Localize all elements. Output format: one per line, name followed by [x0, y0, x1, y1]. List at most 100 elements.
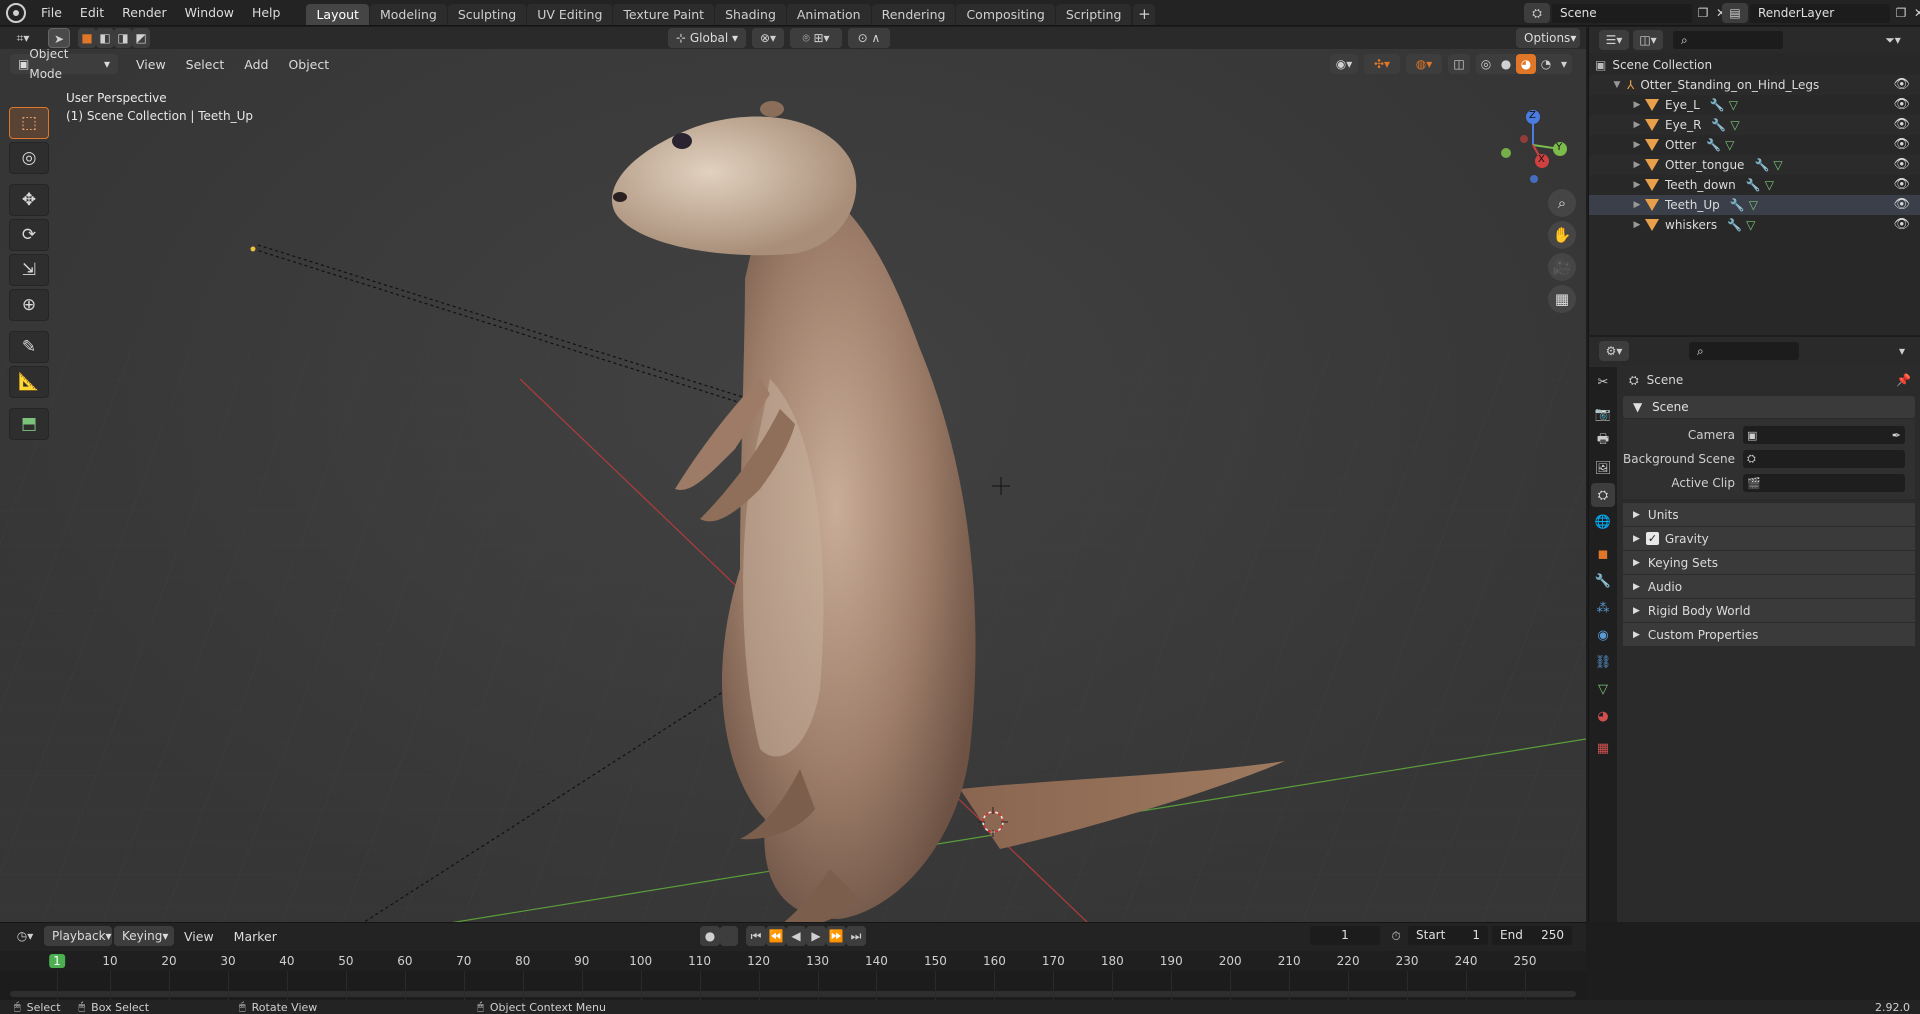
outliner-row-scene-collection[interactable]: ▣ Scene Collection	[1589, 55, 1920, 75]
menu-help[interactable]: Help	[243, 0, 290, 26]
properties-search-input[interactable]: ⌕	[1689, 342, 1799, 360]
visibility-filter-icon[interactable]: ◉▾	[1330, 54, 1358, 74]
tool-tab-icon[interactable]: ✂	[1591, 370, 1615, 394]
outliner-row-otter[interactable]: ▶ Otter 🔧 ▽ 👁	[1589, 135, 1920, 155]
record-icon[interactable]: ●	[700, 926, 720, 946]
units-panel-header[interactable]: ▶ Units	[1623, 503, 1915, 527]
particles-tab-icon[interactable]: ⁂	[1591, 596, 1615, 620]
light-object[interactable]	[250, 246, 256, 252]
blender-logo-icon[interactable]	[6, 2, 26, 23]
outliner-row-otter-tongue[interactable]: ▶ Otter_tongue 🔧 ▽ 👁	[1589, 155, 1920, 175]
3d-viewport[interactable]: ▣ Object Mode ▾ View Select Add Object ◉…	[0, 49, 1586, 922]
eyedropper-icon[interactable]: ✒	[1892, 429, 1901, 442]
outliner-row-collection[interactable]: ▼ ⅄ Otter_Standing_on_Hind_Legs 👁	[1589, 75, 1920, 95]
timeline-frame-ruler[interactable]: 1 10 20 30 40 50 60 70 80 90 100 110 120 130 140 150 160…	[0, 951, 1586, 971]
select-intersect-icon[interactable]: ◩	[132, 28, 150, 48]
scale-tool[interactable]: ⇲	[9, 254, 49, 286]
select-extend-icon[interactable]: ◧	[96, 28, 114, 48]
timeline-editor-type-icon[interactable]: ◷▾	[10, 926, 40, 946]
view-layer-icon[interactable]: ▤	[1722, 3, 1748, 23]
play-reverse-icon[interactable]: ◀	[786, 926, 806, 946]
expand-arrow-icon[interactable]: ▶	[1631, 135, 1643, 155]
viewport-menu-select[interactable]: Select	[176, 57, 235, 72]
jump-end-icon[interactable]: ⏭	[846, 926, 866, 946]
visibility-eye-icon[interactable]: 👁	[1893, 215, 1910, 235]
solid-shading-icon[interactable]: ●	[1496, 54, 1516, 74]
workspace-tab-uv-editing[interactable]: UV Editing	[527, 3, 613, 25]
expand-arrow-icon[interactable]: ▶	[1631, 95, 1643, 115]
transform-tool[interactable]: ⊕	[9, 289, 49, 321]
background-scene-field[interactable]: ⛭	[1743, 450, 1905, 468]
object-tab-icon[interactable]: ◼	[1591, 542, 1615, 566]
workspace-tab-compositing[interactable]: Compositing	[956, 3, 1055, 25]
viewport-menu-add[interactable]: Add	[234, 57, 278, 72]
scene-icon[interactable]: ⛭	[1524, 3, 1550, 23]
physics-tab-icon[interactable]: ◉	[1591, 623, 1615, 647]
gravity-panel-header[interactable]: ▶ ✓ Gravity	[1623, 527, 1915, 551]
visibility-eye-icon[interactable]: 👁	[1893, 135, 1910, 155]
texture-tab-icon[interactable]: ▦	[1591, 736, 1615, 760]
rendered-shading-icon[interactable]: ◔	[1536, 54, 1556, 74]
modifiers-tab-icon[interactable]: 🔧	[1591, 569, 1615, 593]
workspace-tab-scripting[interactable]: Scripting	[1055, 3, 1132, 25]
editor-type-icon[interactable]: ⌗▾	[8, 28, 38, 48]
workspace-tab-shading[interactable]: Shading	[715, 3, 786, 25]
move-tool[interactable]: ✥	[9, 184, 49, 216]
playback-menu[interactable]: Playback ▾	[44, 926, 112, 946]
select-box-tool[interactable]: ⬚	[9, 107, 49, 139]
add-cube-tool[interactable]: ⬒	[9, 408, 49, 440]
expand-arrow-icon[interactable]: ▶	[1631, 215, 1643, 235]
viewport-menu-view[interactable]: View	[126, 57, 176, 72]
menu-file[interactable]: File	[32, 0, 71, 26]
new-scene-icon[interactable]: ❐	[1694, 3, 1712, 23]
outliner-row-whiskers[interactable]: ▶ whiskers 🔧 ▽ 👁	[1589, 215, 1920, 235]
select-tool-icon[interactable]: ➤	[48, 28, 70, 48]
pivot-point-icon[interactable]: ⊗▾	[752, 28, 784, 48]
otter-eye[interactable]	[672, 133, 692, 149]
preview-range-clock-icon[interactable]: ⏱	[1386, 926, 1406, 946]
wireframe-shading-icon[interactable]: ◎	[1476, 54, 1496, 74]
expand-arrow-icon[interactable]: ▶	[1631, 175, 1643, 195]
menu-render[interactable]: Render	[113, 0, 176, 26]
jump-prev-keyframe-icon[interactable]: ⏪	[766, 926, 786, 946]
xray-toggle-icon[interactable]: ◫	[1448, 54, 1470, 74]
select-new-icon[interactable]: ■	[78, 28, 96, 48]
start-frame-field[interactable]: Start 1	[1408, 926, 1488, 945]
navigation-gizmo[interactable]: Z Y X	[1498, 107, 1578, 187]
scene-panel-header[interactable]: ▼ Scene	[1623, 396, 1915, 418]
workspace-tab-texture-paint[interactable]: Texture Paint	[613, 3, 715, 25]
options-dropdown[interactable]: Options ▾	[1516, 28, 1580, 48]
properties-editor-type-icon[interactable]: ⚙▾	[1599, 341, 1629, 361]
menu-window[interactable]: Window	[176, 0, 243, 26]
measure-tool[interactable]: 📐	[9, 366, 49, 398]
add-workspace-button[interactable]: +	[1133, 3, 1156, 25]
zoom-icon[interactable]: ⌕	[1548, 189, 1576, 217]
expand-arrow-icon[interactable]: ▼	[1611, 75, 1623, 95]
timeline-scrollbar[interactable]	[10, 991, 1576, 997]
current-frame-field[interactable]: 1	[1310, 926, 1380, 945]
visibility-eye-icon[interactable]: 👁	[1893, 195, 1910, 215]
expand-arrow-icon[interactable]: ▶	[1631, 195, 1643, 215]
workspace-tab-layout[interactable]: Layout	[306, 3, 369, 25]
render-tab-icon[interactable]: 📷	[1591, 402, 1615, 426]
active-clip-field[interactable]: 🎬	[1743, 474, 1905, 492]
display-mode-icon[interactable]: ◫▾	[1633, 30, 1663, 50]
rotate-tool[interactable]: ⟳	[9, 219, 49, 251]
new-view-layer-icon[interactable]: ❐	[1892, 3, 1910, 23]
viewport-menu-object[interactable]: Object	[278, 57, 339, 72]
jump-start-icon[interactable]: ⏮	[746, 926, 766, 946]
workspace-tab-sculpting[interactable]: Sculpting	[447, 3, 527, 25]
otter-head[interactable]	[611, 116, 857, 256]
mode-selector[interactable]: ▣ Object Mode ▾	[10, 49, 118, 81]
pan-hand-icon[interactable]: ✋	[1548, 221, 1576, 249]
view-layer-tab-icon[interactable]: 🖼	[1591, 456, 1615, 480]
visibility-eye-icon[interactable]: 👁	[1893, 155, 1910, 175]
workspace-tab-modeling[interactable]: Modeling	[369, 3, 447, 25]
material-tab-icon[interactable]: ◕	[1591, 704, 1615, 728]
jump-next-keyframe-icon[interactable]: ⏩	[826, 926, 846, 946]
expand-arrow-icon[interactable]: ▶	[1631, 115, 1643, 135]
view-layer-name-field[interactable]: RenderLayer	[1750, 3, 1890, 23]
outliner-row-eye-r[interactable]: ▶ Eye_R 🔧 ▽ 👁	[1589, 115, 1920, 135]
workspace-tab-rendering[interactable]: Rendering	[871, 3, 956, 25]
remove-view-layer-icon[interactable]: ✕	[1910, 3, 1920, 23]
